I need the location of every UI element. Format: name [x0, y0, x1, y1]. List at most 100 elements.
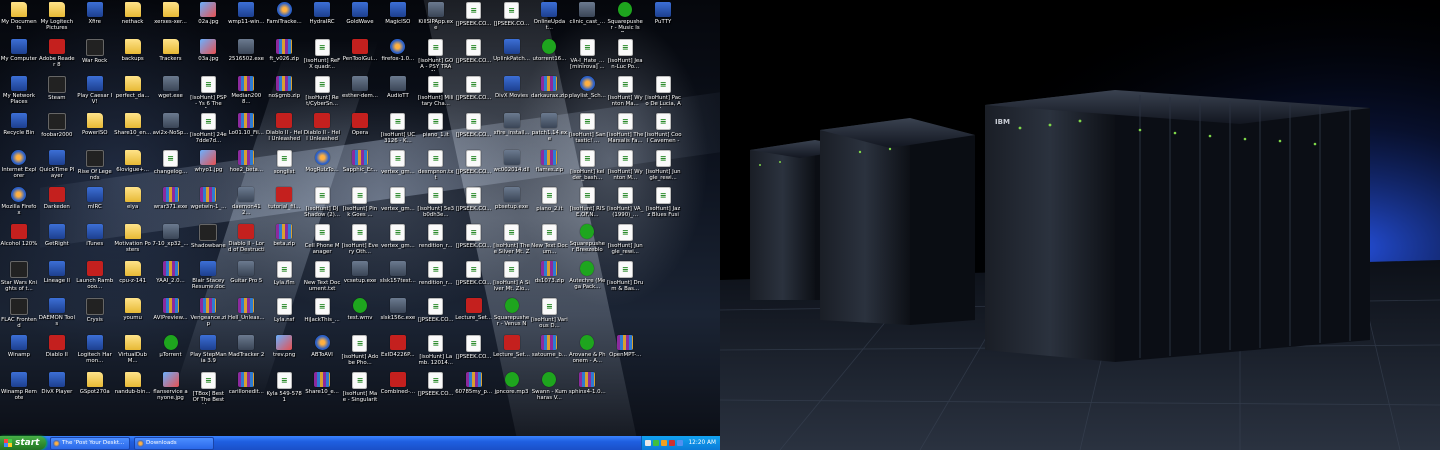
desktop-icon[interactable]: test.wmv [341, 296, 379, 333]
desktop-icon[interactable]: Mozilla Firefox [0, 185, 38, 222]
desktop-icon[interactable]: Share10_en... [114, 111, 152, 148]
desktop-icon[interactable]: ≡ [isoHunt] 24e7dde7d... [189, 111, 227, 148]
desktop-icon[interactable]: µTorrent [152, 333, 190, 370]
desktop-icon[interactable]: Star Wars Knights of t... [0, 259, 38, 296]
desktop-icon[interactable]: ≡ [isoHunt] Jungle_rewi... [644, 148, 682, 185]
desktop-icon[interactable]: wget.exe [152, 74, 190, 111]
desktop-icon[interactable]: darkaurax.zip [530, 74, 568, 111]
desktop-icon[interactable]: Median2008... [227, 74, 265, 111]
desktop-icon[interactable]: Motivation Posters [114, 222, 152, 259]
desktop-icon[interactable]: flanservice anyone.jpg [152, 370, 190, 407]
desktop-icon[interactable]: ≡ [isoHunt] DJ Shadow (2)... [303, 185, 341, 222]
desktop-icon[interactable]: DAEMON Tools [38, 296, 76, 333]
desktop-icon[interactable]: 03a.jpg [189, 37, 227, 74]
desktop-icon[interactable]: ≡ New Text Docum... [530, 222, 568, 259]
desktop-icon[interactable]: My Logitech Pictures [38, 0, 76, 37]
desktop-icon[interactable]: My Computer [0, 37, 38, 74]
desktop-icon[interactable]: 60785my_p... [455, 370, 493, 407]
desktop-icon[interactable]: nethack [114, 0, 152, 37]
desktop-icon[interactable]: OpenMPT-... [606, 333, 644, 370]
desktop-icon[interactable]: ≡ [isoHunt] Santastic! ... [568, 111, 606, 148]
desktop-icon[interactable]: esther-dem... [341, 74, 379, 111]
desktop-icon[interactable]: OnlineUpdat... [530, 0, 568, 37]
desktop-icon[interactable]: ≡ [JPSEEK.CO... [455, 148, 493, 185]
desktop-icon[interactable]: ≡ desmpnon.txt [417, 148, 455, 185]
desktop-icon[interactable]: Logitech Harmon... [76, 333, 114, 370]
desktop-icon[interactable]: ≡ VA-I_Hate_... [minirova] ... [568, 37, 606, 74]
desktop-icon[interactable]: Lo01.10_Fil... [227, 111, 265, 148]
desktop-icon[interactable]: Lineage II [38, 259, 76, 296]
desktop-icon[interactable]: mIRC [76, 185, 114, 222]
desktop-icon[interactable]: Recycle Bin [0, 111, 38, 148]
desktop-icon[interactable]: ≡ [isoHunt] UC3126 - K... [379, 111, 417, 148]
desktop-icon[interactable]: xfire_install... [493, 111, 531, 148]
desktop-icon[interactable]: Arovane & Phonem - A... [568, 333, 606, 370]
desktop-icon[interactable]: Internet Explorer [0, 148, 38, 185]
desktop-icon[interactable]: ≡ [JPSEEK.CO... [455, 37, 493, 74]
desktop-icon[interactable]: Play StepMania 3.9 [189, 333, 227, 370]
desktop-icon[interactable]: AVIPreview... [152, 296, 190, 333]
desktop-icon[interactable]: Play Caesar IV! [76, 74, 114, 111]
desktop-icon[interactable]: tutorial_fil... [265, 185, 303, 222]
taskbar-window-button[interactable]: The 'Post Your Deskt... [50, 436, 130, 450]
desktop-icon[interactable]: ≡ [isoHunt] Mae - Singularity... [341, 370, 379, 407]
desktop-icon[interactable]: ≡ vertex_gm... [379, 148, 417, 185]
desktop-icon[interactable]: beta.zip [265, 222, 303, 259]
tray-app-icon[interactable] [669, 440, 676, 446]
desktop-icon[interactable]: ≡ [isoHunt] Ret/CyberSn... [303, 74, 341, 111]
taskbar-clock[interactable]: 12:20 AM [688, 440, 716, 446]
desktop-icon[interactable]: PuTTY [644, 0, 682, 37]
desktop-icon[interactable]: ≡ [isoHunt] Adobe Pho... [341, 333, 379, 370]
desktop-icon[interactable]: FLAC Frontend [0, 296, 38, 333]
desktop-icon[interactable]: FamiTracke... [265, 0, 303, 37]
desktop-icon[interactable]: pbsetup.exe [493, 185, 531, 222]
desktop-icon[interactable]: PowerISO [76, 111, 114, 148]
desktop-icon[interactable]: Opera [341, 111, 379, 148]
desktop-icon[interactable]: carillonedit... [227, 370, 265, 407]
desktop-icon[interactable]: MagicISO [379, 0, 417, 37]
desktop-icon[interactable]: ≡ vertex_gm... [379, 185, 417, 222]
desktop-icon[interactable]: ≡ piano_1.it [417, 111, 455, 148]
desktop-icon[interactable]: ExID4226P... [379, 333, 417, 370]
desktop-icon[interactable]: ≡ [isoHunt] Military Cha... [417, 74, 455, 111]
desktop-icon[interactable]: ≡ vertex_gm... [379, 222, 417, 259]
desktop-icon[interactable]: ≡ [isoHunt] Jungle_rewi... [606, 222, 644, 259]
tray-app-icon[interactable] [677, 440, 684, 446]
desktop-icon[interactable]: DivX Movies [493, 74, 531, 111]
desktop-icon[interactable]: flames.zip [530, 148, 568, 185]
desktop-icon[interactable]: xerxes-xer... [152, 0, 190, 37]
desktop-icon[interactable]: ≡ changelog... [152, 148, 190, 185]
desktop-icon[interactable]: My Documents [0, 0, 38, 37]
desktop-icon[interactable]: Sapphic_Er... [341, 148, 379, 185]
desktop-icon[interactable]: ≡ rendition_r... [417, 259, 455, 296]
desktop-icon[interactable]: ≡ [isoHunt] Pink Goes ... [341, 185, 379, 222]
desktop-icon[interactable]: ≡ [isoHunt] Every Oth... [341, 222, 379, 259]
desktop-icon[interactable]: ≡ [isoHunt] RISE.OF.N... [568, 185, 606, 222]
desktop-icon[interactable]: ≡ [isoHunt] Paco De Lucia, Al... [644, 74, 682, 111]
desktop-icon[interactable]: firefox-1.0... [379, 37, 417, 74]
desktop-icon[interactable]: ≡ [isoHunt] The Marsalis Fa... [606, 111, 644, 148]
desktop-icon[interactable]: Adobe Reader 8 [38, 37, 76, 74]
start-button[interactable]: start [0, 436, 46, 450]
desktop-icon[interactable]: vcsetup.exe [341, 259, 379, 296]
desktop-icon[interactable]: ≡ Lyla.flm [265, 259, 303, 296]
desktop-icon[interactable]: MadTracker 2 [227, 333, 265, 370]
desktop-icon[interactable]: ≡ Cell Phone Manager [303, 222, 341, 259]
desktop-icon[interactable]: HydraIRC [303, 0, 341, 37]
taskbar-window-button[interactable]: Downloads [134, 436, 214, 450]
desktop-icon[interactable]: MogRulzTo... [303, 148, 341, 185]
desktop-icon[interactable]: Vengeance.zip [189, 296, 227, 333]
desktop-icon[interactable]: 2516502.exe [227, 37, 265, 74]
desktop-icon[interactable]: wmp11-win... [227, 0, 265, 37]
desktop-icon[interactable]: Share10_e... [303, 370, 341, 407]
desktop-icon[interactable]: VirtualDubM... [114, 333, 152, 370]
desktop-icon[interactable]: GoldWave [341, 0, 379, 37]
desktop-icon[interactable]: ≡ [JPSEEK.CO... [493, 0, 531, 37]
tray-app-icon[interactable] [661, 440, 668, 446]
desktop-icon[interactable]: Squarepusher - Venus No... [493, 296, 531, 333]
desktop-icon[interactable]: QuickTime Player [38, 148, 76, 185]
desktop-icon[interactable]: ≡ HiJackThis_... [303, 296, 341, 333]
desktop-icon[interactable]: ≡ songlist [265, 148, 303, 185]
desktop-icon[interactable]: Diablo II [38, 333, 76, 370]
desktop-icon[interactable]: patch1.14.exe [530, 111, 568, 148]
